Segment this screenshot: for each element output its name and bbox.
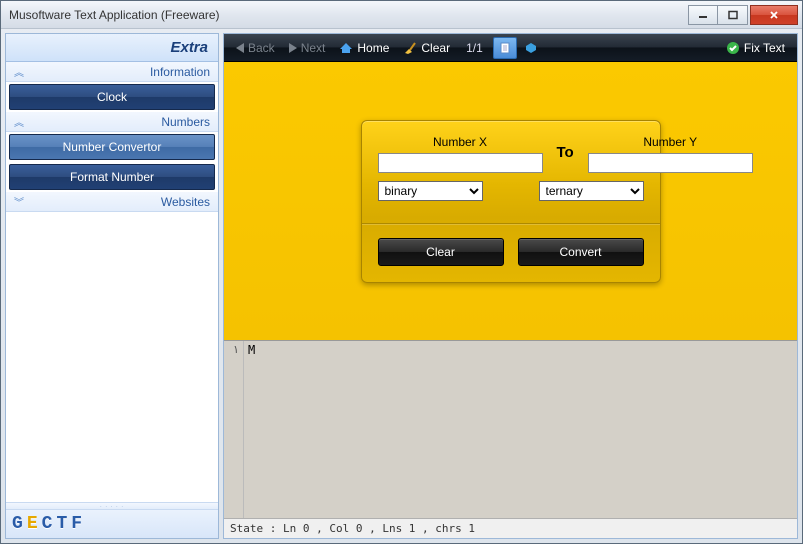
sidebar-group-label: Numbers <box>161 115 210 129</box>
check-circle-icon <box>726 41 740 55</box>
sidebar-item-number-convertor[interactable]: Number Convertor <box>9 134 215 160</box>
panel-clear-button[interactable]: Clear <box>378 238 504 266</box>
converter-panel: Number X To Number Y binary ternary <box>361 120 661 283</box>
sidebar-item-clock[interactable]: Clock <box>9 84 215 110</box>
converter-area: Number X To Number Y binary ternary <box>224 62 797 340</box>
app-window: Musoftware Text Application (Freeware) E… <box>0 0 803 544</box>
from-base-select[interactable]: binary <box>378 181 483 201</box>
panel-divider <box>362 223 660 224</box>
hexagon-icon <box>524 41 538 55</box>
number-y-label: Number Y <box>588 135 753 149</box>
status-text: State : Ln 0 , Col 0 , Lns 1 , chrs 1 <box>230 522 475 535</box>
close-button[interactable] <box>750 5 798 25</box>
sidebar-empty <box>6 212 218 502</box>
arrow-right-icon <box>289 43 297 53</box>
chevron-up-icon: ︽ <box>14 64 22 79</box>
page-counter: 1/1 <box>458 41 491 55</box>
next-button[interactable]: Next <box>283 37 332 59</box>
document-icon <box>498 41 512 55</box>
sidebar-logo: GECTF <box>6 510 218 538</box>
home-button[interactable]: Home <box>333 37 395 59</box>
status-bar: State : Ln 0 , Col 0 , Lns 1 , chrs 1 <box>224 518 797 538</box>
line-gutter: ١ <box>224 341 244 518</box>
minimize-button[interactable] <box>688 5 718 25</box>
chevron-up-icon: ︽ <box>14 114 22 129</box>
toolbar: Back Next Home Clear 1/1 <box>224 34 797 62</box>
number-y-input[interactable] <box>588 153 753 173</box>
number-x-label: Number X <box>378 135 543 149</box>
document-mode-button[interactable] <box>493 37 517 59</box>
back-button[interactable]: Back <box>230 37 281 59</box>
titlebar: Musoftware Text Application (Freeware) <box>1 1 802 29</box>
editor-body[interactable]: M <box>244 341 797 518</box>
sidebar-header: Extra <box>6 34 218 62</box>
maximize-button[interactable] <box>718 5 748 25</box>
broom-icon <box>403 41 417 55</box>
sidebar-group-numbers[interactable]: ︽ Numbers <box>6 112 218 132</box>
window-title: Musoftware Text Application (Freeware) <box>9 8 688 22</box>
home-icon <box>339 41 353 55</box>
clear-button[interactable]: Clear <box>397 37 456 59</box>
sidebar-resize-grip[interactable]: . . . . . <box>6 502 218 510</box>
sidebar-group-label: Information <box>150 65 210 79</box>
sidebar-group-label: Websites <box>161 195 210 209</box>
client-area: Extra ︽ Information Clock ︽ Numbers Numb… <box>1 29 802 543</box>
chevron-down-icon: ︾ <box>14 194 22 209</box>
hex-mode-button[interactable] <box>519 37 543 59</box>
text-editor: ١ M <box>224 340 797 518</box>
fix-text-button[interactable]: Fix Text <box>720 37 791 59</box>
main-pane: Back Next Home Clear 1/1 <box>223 33 798 539</box>
to-label: To <box>557 144 574 173</box>
sidebar-item-format-number[interactable]: Format Number <box>9 164 215 190</box>
sidebar: Extra ︽ Information Clock ︽ Numbers Numb… <box>5 33 219 539</box>
convert-button[interactable]: Convert <box>518 238 644 266</box>
window-controls <box>688 5 798 25</box>
to-base-select[interactable]: ternary <box>539 181 644 201</box>
number-x-input[interactable] <box>378 153 543 173</box>
sidebar-group-information[interactable]: ︽ Information <box>6 62 218 82</box>
arrow-left-icon <box>236 43 244 53</box>
sidebar-group-websites[interactable]: ︾ Websites <box>6 192 218 212</box>
